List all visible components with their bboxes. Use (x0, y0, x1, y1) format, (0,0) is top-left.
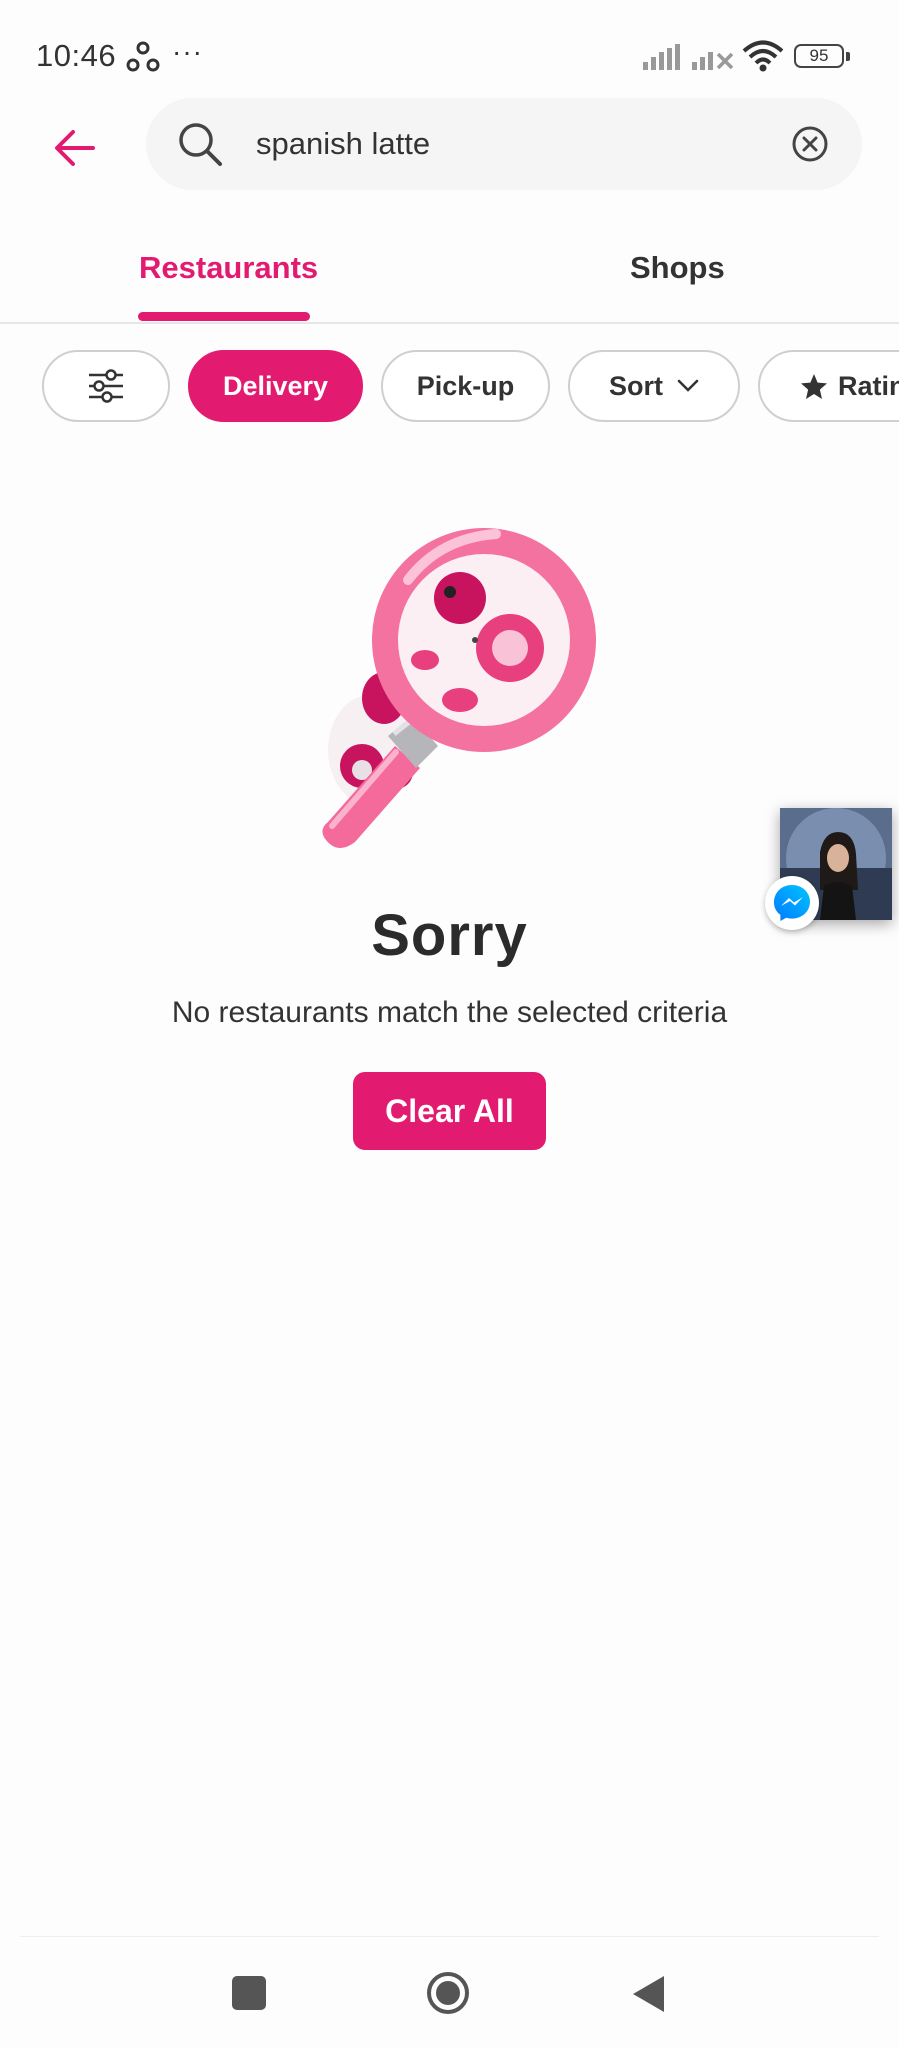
nav-home-button[interactable] (426, 1971, 470, 2015)
chevron-down-icon (677, 379, 699, 393)
chip-ratings-label: Ratin (838, 370, 899, 401)
empty-state-title: Sorry (371, 903, 528, 968)
filter-chip-row: Delivery Pick-up Sort Ratin (0, 350, 899, 426)
messenger-badge[interactable] (765, 876, 819, 930)
empty-state-message: No restaurants match the selected criter… (171, 996, 728, 1029)
search-input[interactable] (256, 120, 756, 168)
battery-icon: 95 (794, 44, 850, 68)
filter-settings-button[interactable] (42, 350, 170, 422)
clear-all-button[interactable]: Clear All (353, 1072, 546, 1150)
nav-back-button[interactable] (630, 1974, 666, 2014)
chip-pickup[interactable]: Pick-up (381, 350, 550, 422)
chip-delivery[interactable]: Delivery (188, 350, 363, 422)
back-button[interactable] (40, 118, 110, 178)
app-notification-icon (126, 41, 160, 72)
chip-delivery-label: Delivery (222, 370, 329, 401)
chip-sort-label: Sort (609, 370, 663, 401)
nav-recents-button[interactable] (232, 1976, 266, 2010)
chip-pickup-label: Pick-up (416, 370, 515, 401)
signal-no-service-icon (692, 52, 734, 70)
panda-magnifier-illustration (322, 528, 596, 849)
search-icon (179, 123, 222, 166)
battery-level: 95 (809, 46, 829, 65)
status-bar: 10:46 ··· 95 (0, 0, 899, 110)
tab-shops[interactable]: Shops (630, 250, 725, 286)
status-time: 10:46 (36, 38, 117, 73)
active-tab-indicator (138, 312, 310, 321)
tab-bar: Restaurants Shops (0, 220, 899, 324)
wifi-icon (742, 40, 784, 72)
status-more-dots: ··· (172, 36, 203, 67)
clear-circle-icon[interactable] (790, 124, 830, 164)
messenger-icon (774, 885, 810, 921)
search-bar[interactable] (146, 98, 862, 190)
nav-divider (20, 1936, 879, 1937)
back-arrow-icon (55, 130, 95, 166)
chip-ratings[interactable]: Ratin (758, 350, 899, 422)
signal-icon (643, 44, 680, 70)
chip-sort[interactable]: Sort (568, 350, 740, 422)
tab-restaurants[interactable]: Restaurants (139, 250, 318, 286)
sliders-icon (89, 369, 123, 403)
star-icon (800, 373, 828, 400)
